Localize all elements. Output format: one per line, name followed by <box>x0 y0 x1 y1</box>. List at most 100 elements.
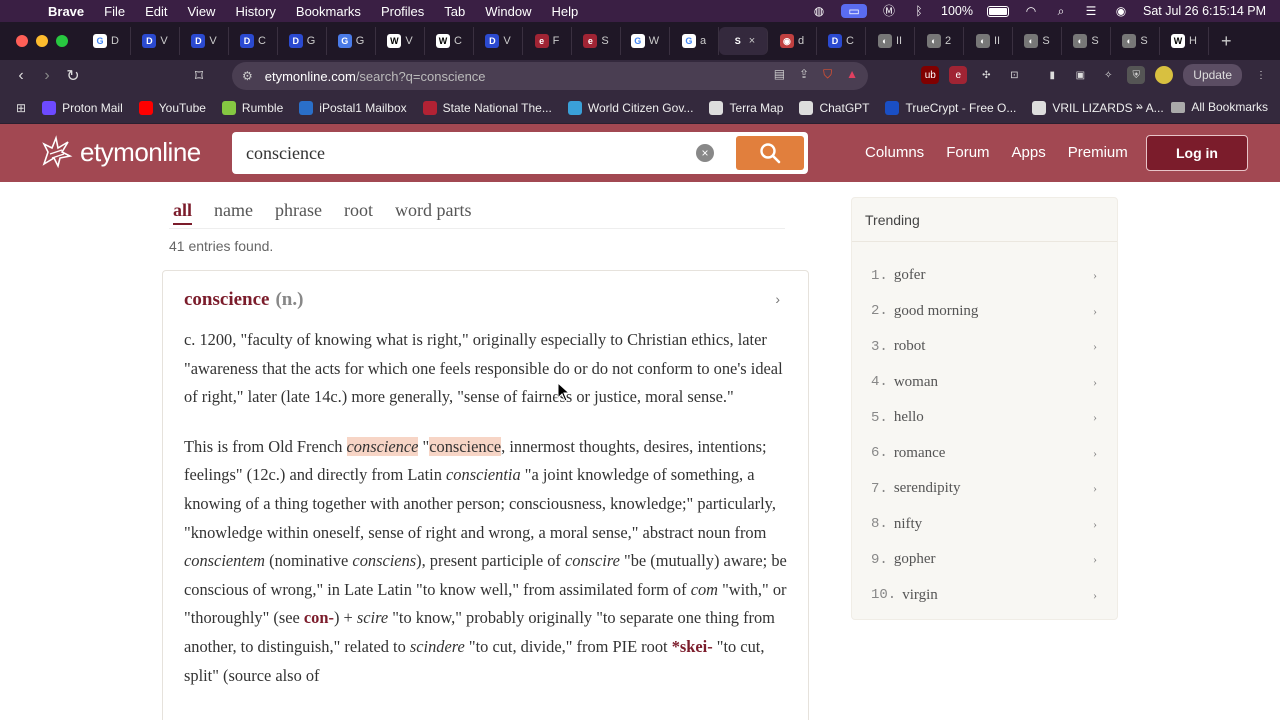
browser-tab[interactable]: WC <box>425 27 474 55</box>
bookmark-icon[interactable]: ⌑ <box>186 66 212 86</box>
browser-tab[interactable]: ◐ II <box>866 27 915 55</box>
site-search-input[interactable] <box>246 142 686 164</box>
trending-item[interactable]: 1. gofer › <box>871 258 1097 294</box>
menu-profiles[interactable]: Profiles <box>381 4 424 19</box>
reader-mode-icon[interactable]: ▤ <box>774 67 785 82</box>
browser-tab[interactable]: ◐ S <box>1013 27 1062 55</box>
bookmark-item[interactable]: Rumble <box>221 100 283 115</box>
menu-view[interactable]: View <box>188 4 216 19</box>
control-center-icon[interactable]: ☰ <box>1083 4 1099 18</box>
browser-tab[interactable]: ◐ S <box>1062 27 1111 55</box>
battery-icon[interactable] <box>987 5 1009 17</box>
share-icon[interactable]: ⇪ <box>799 67 809 82</box>
screen-mirror-icon[interactable]: ▭ <box>841 4 868 18</box>
screenshot-extension-icon[interactable]: ⊡ <box>1005 66 1023 84</box>
minimize-window-button[interactable] <box>36 35 48 47</box>
etymonline-extension-icon[interactable]: e <box>949 66 968 84</box>
bookmark-item[interactable]: TrueCrypt - Free O... <box>885 100 1016 115</box>
menu-history[interactable]: History <box>235 4 275 19</box>
address-bar[interactable]: ⚙ etymonline.com/search?q=conscience ▤ ⇪… <box>232 62 868 90</box>
entry-heading[interactable]: conscience (n.) <box>184 289 303 311</box>
browser-tab[interactable]: GW <box>621 27 670 55</box>
trending-item[interactable]: 5. hello › <box>871 400 1097 436</box>
trending-item[interactable]: 7. serendipity › <box>871 471 1097 507</box>
trending-item[interactable]: 2. good morning › <box>871 294 1097 330</box>
spotlight-search-icon[interactable]: ⌕ <box>1053 4 1069 18</box>
menu-bookmarks[interactable]: Bookmarks <box>296 4 361 19</box>
leo-ai-icon[interactable]: ✧ <box>1099 66 1117 84</box>
menu-window[interactable]: Window <box>485 4 531 19</box>
crossref-skei[interactable]: *skei- <box>672 637 713 656</box>
menu-tab[interactable]: Tab <box>444 4 465 19</box>
browser-tab[interactable]: WH <box>1160 27 1209 55</box>
login-button[interactable]: Log in <box>1146 135 1248 171</box>
menu-help[interactable]: Help <box>552 4 579 19</box>
tab-word-parts[interactable]: word parts <box>395 200 471 225</box>
bookmark-item[interactable]: VRIL LIZARDS ~ A... <box>1032 100 1164 115</box>
trending-item[interactable]: 8. nifty › <box>871 507 1097 543</box>
brave-shields-icon[interactable]: ⛉ <box>823 67 832 82</box>
tab-close-icon[interactable]: × <box>749 35 755 47</box>
crossref-con[interactable]: con- <box>304 608 334 627</box>
wallet-icon[interactable]: ▣ <box>1071 66 1089 84</box>
menu-app-brave[interactable]: Brave <box>48 4 84 19</box>
browser-tab[interactable]: DC <box>229 27 278 55</box>
bookmark-item[interactable]: iPostal1 Mailbox <box>299 100 407 115</box>
menu-file[interactable]: File <box>104 4 125 19</box>
bookmark-item[interactable]: ChatGPT <box>799 100 869 115</box>
trending-item[interactable]: 4. woman › <box>871 365 1097 401</box>
tab-root[interactable]: root <box>344 200 373 225</box>
more-bookmarks-chevron-icon[interactable]: » <box>1136 99 1143 113</box>
browser-tab[interactable]: ◉ d <box>768 27 817 55</box>
menu-edit[interactable]: Edit <box>145 4 167 19</box>
browser-tab[interactable]: GD <box>82 27 131 55</box>
extensions-puzzle-icon[interactable]: ✣ <box>977 66 995 84</box>
browser-tab[interactable]: ◐ II <box>964 27 1013 55</box>
siri-icon[interactable]: ◉ <box>1113 4 1129 18</box>
nav-apps[interactable]: Apps <box>1012 144 1046 161</box>
update-button[interactable]: Update <box>1183 64 1242 86</box>
browser-tab[interactable]: DG <box>278 27 327 55</box>
browser-tab[interactable]: GG <box>327 27 376 55</box>
site-logo[interactable]: etymonline <box>38 134 201 170</box>
bookmark-item[interactable]: YouTube <box>138 100 206 115</box>
browser-tab[interactable]: Ga <box>670 27 719 55</box>
sidebar-toggle-icon[interactable]: ▮ <box>1043 66 1061 84</box>
nav-forum[interactable]: Forum <box>946 144 989 161</box>
browser-tab[interactable]: DC <box>817 27 866 55</box>
nav-columns[interactable]: Columns <box>865 144 924 161</box>
tab-name[interactable]: name <box>214 200 253 225</box>
bookmark-item[interactable]: Terra Map <box>709 100 783 115</box>
search-button[interactable] <box>736 136 804 170</box>
forward-button[interactable]: › <box>34 67 60 85</box>
bookmark-item[interactable]: World Citizen Gov... <box>567 100 693 115</box>
browser-tab[interactable]: eS <box>572 27 621 55</box>
site-settings-icon[interactable]: ⚙ <box>242 69 253 83</box>
all-bookmarks-folder[interactable]: All Bookmarks <box>1171 100 1268 114</box>
vpn-shield-icon[interactable]: ⛨ <box>1127 66 1146 84</box>
chevron-right-icon[interactable]: › <box>775 291 780 307</box>
apps-grid-icon[interactable]: ⊞ <box>16 101 26 115</box>
new-tab-button[interactable]: + <box>1221 31 1232 52</box>
clear-search-icon[interactable]: × <box>696 144 714 162</box>
bookmark-item[interactable]: Proton Mail <box>42 100 123 115</box>
tab-phrase[interactable]: phrase <box>275 200 322 225</box>
menubar-datetime[interactable]: Sat Jul 26 6:15:14 PM <box>1143 4 1266 18</box>
trending-item[interactable]: 10. virgin › <box>871 578 1097 614</box>
browser-tab[interactable]: ◐ S <box>1111 27 1160 55</box>
browser-tab[interactable]: DV <box>131 27 180 55</box>
vpn-icon[interactable]: ◍ <box>811 4 827 18</box>
trending-item[interactable]: 6. romance › <box>871 436 1097 472</box>
profile-avatar[interactable] <box>1155 66 1174 84</box>
bluetooth-icon[interactable]: ᛒ <box>911 4 927 18</box>
nav-premium[interactable]: Premium <box>1068 144 1128 161</box>
m-app-icon[interactable]: Ⓜ <box>881 4 897 18</box>
back-button[interactable]: ‹ <box>8 67 34 85</box>
reload-button[interactable]: ↻ <box>60 66 86 86</box>
wifi-icon[interactable]: ◠ <box>1023 4 1039 18</box>
zoom-window-button[interactable] <box>56 35 68 47</box>
trending-item[interactable]: 9. gopher › <box>871 542 1097 578</box>
browser-tab[interactable]: WV <box>376 27 425 55</box>
tab-all[interactable]: all <box>173 200 193 225</box>
browser-tab[interactable]: DV <box>474 27 523 55</box>
